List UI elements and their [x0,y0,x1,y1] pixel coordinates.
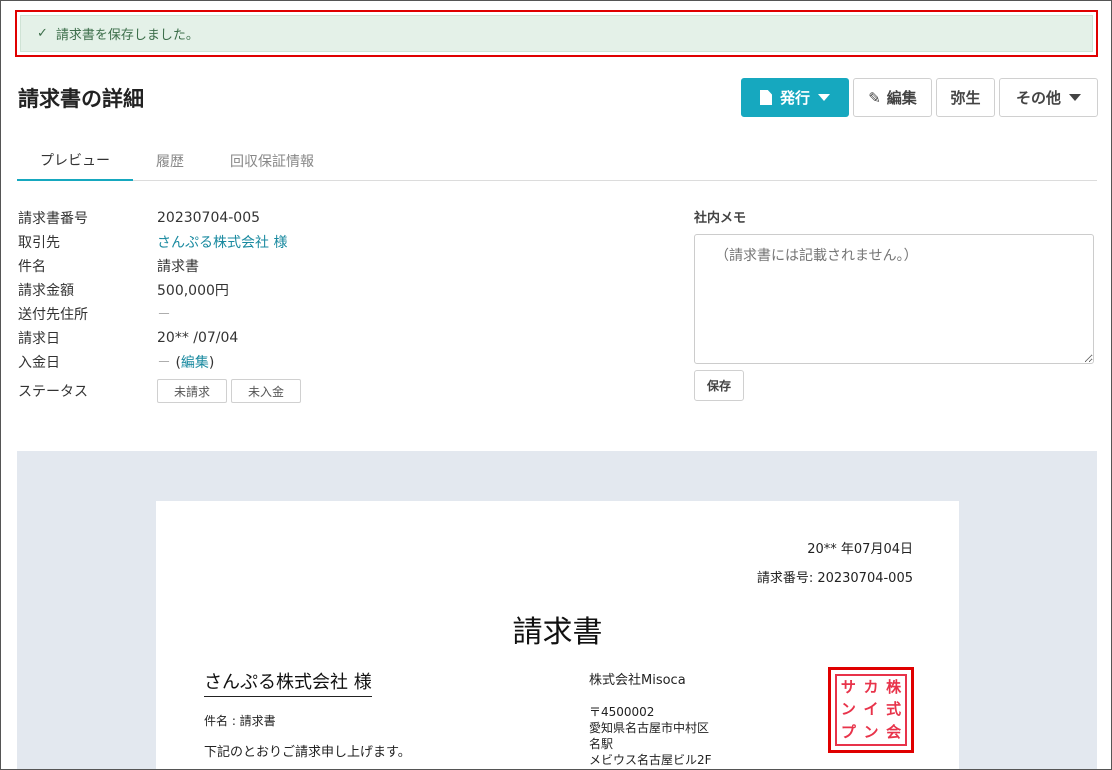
paid-date-edit-link[interactable]: 編集 [181,355,209,371]
caret-down-icon [818,94,830,101]
preview-client: さんぷる株式会社 様 [204,668,372,697]
bill-date-value: 20** /07/04 [157,330,239,346]
edit-button[interactable]: ✎ 編集 [853,78,932,117]
address-value: － [157,307,171,323]
invoice-paper: 20** 年07月04日 請求番号: 20230704-005 請求書 さんぷる… [156,501,959,770]
seal-char: 株 [886,677,902,696]
yayoi-button[interactable]: 弥生 [936,78,995,117]
preview-postal: 〒4500002 [589,705,655,719]
invoice-details: 請求書番号 20230704-005 取引先 さんぷる株式会社 様 件名 請求書 請求… [18,206,305,408]
seal-char: プ [840,723,856,742]
detail-label: 件名 [18,259,46,275]
flash-message-text: 請求書を保存しました。 [55,28,199,43]
status-badge-unpaid[interactable]: 未入金 [231,379,301,403]
preview-address: 〒4500002 愛知県名古屋市中村区 名駅 メビウス名古屋ビル2F [589,704,712,768]
company-seal-stamp: サ カ 株 ン イ 式 プ ン 会 [835,674,907,746]
paid-date-paren-open: ( [171,355,181,371]
issue-button[interactable]: 発行 [741,78,849,117]
action-toolbar: 発行 ✎ 編集 弥生 その他 [741,78,1098,117]
detail-label: 請求書番号 [18,211,88,227]
preview-invoice-number: 請求番号: 20230704-005 [756,571,913,586]
paid-date-value: － (編集) [157,352,214,372]
preview-company: 株式会社Misoca [589,673,686,688]
client-link[interactable]: さんぷる株式会社 様 [157,232,287,252]
seal-char: ン [840,700,856,719]
tab-preview[interactable]: プレビュー [17,140,133,181]
preview-addr-line: 愛知県名古屋市中村区 [589,721,710,735]
amount-value: 500,000円 [157,283,229,299]
detail-label: 請求金額 [18,283,74,299]
invoice-number-value: 20230704-005 [157,210,261,226]
preview-addr-line: 名駅 [589,737,614,751]
tab-history[interactable]: 履歴 [133,140,207,181]
edit-button-label: 編集 [886,89,917,107]
subject-value: 請求書 [157,259,199,275]
flash-message-highlight: ✓ 請求書を保存しました。 [15,10,1098,57]
seal-char: イ [863,700,879,719]
preview-addr-line: メビウス名古屋ビル2F [589,753,712,767]
memo-label: 社内メモ [694,211,747,226]
other-menu-button[interactable]: その他 [999,78,1098,117]
status-badge-unbilled[interactable]: 未請求 [157,379,227,403]
paid-date-dash: － [157,355,171,371]
seal-char: サ [840,677,856,696]
seal-highlight: サ カ 株 ン イ 式 プ ン 会 [828,667,914,753]
preview-title: 請求書 [512,615,603,650]
paid-date-paren-close: ) [208,355,215,371]
seal-char: カ [863,677,879,696]
tab-bar: プレビュー 履歴 回収保証情報 [17,140,1097,181]
pencil-icon: ✎ [868,88,881,107]
detail-label: 入金日 [18,355,60,371]
tab-collection-guarantee[interactable]: 回収保証情報 [207,140,337,181]
document-icon [759,90,772,105]
preview-subject: 件名 : 請求書 [204,714,276,728]
page-title: 請求書の詳細 [18,87,144,111]
detail-label: 請求日 [18,331,60,347]
detail-label: 取引先 [18,235,60,251]
issue-button-label: 発行 [779,89,810,107]
preview-lead-text: 下記のとおりご請求申し上げます。 [204,745,411,760]
detail-label: ステータス [18,384,88,400]
memo-save-button[interactable]: 保存 [694,370,744,401]
other-menu-label: その他 [1015,89,1061,107]
seal-char: 会 [886,723,902,742]
detail-label: 送付先住所 [18,307,88,323]
seal-char: 式 [886,700,902,719]
check-icon: ✓ [37,26,48,41]
flash-message: ✓ 請求書を保存しました。 [20,15,1093,52]
memo-textarea[interactable] [694,234,1094,364]
caret-down-icon [1069,94,1081,101]
seal-char: ン [863,723,879,742]
preview-date: 20** 年07月04日 [807,542,913,557]
